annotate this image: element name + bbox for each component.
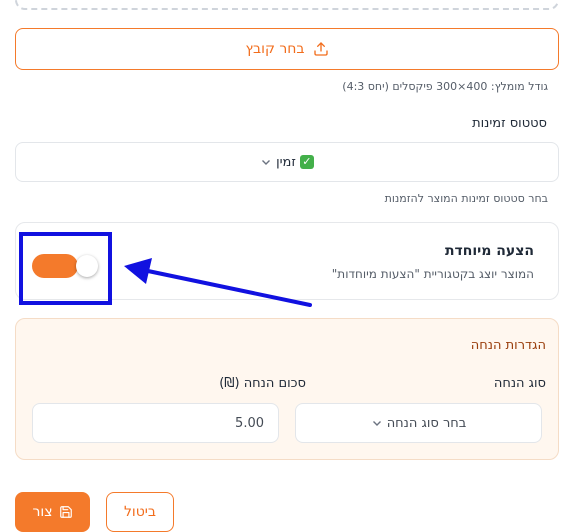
- annotation-highlight-box: [19, 232, 112, 305]
- discount-type-label: סוג הנחה: [493, 376, 546, 391]
- upload-icon: [313, 42, 328, 56]
- check-mark-icon: ✓: [299, 155, 314, 169]
- create-button[interactable]: צור: [15, 492, 90, 532]
- chevron-down-icon: [262, 160, 271, 165]
- create-button-label: צור: [32, 504, 53, 520]
- availability-helper: בחר סטטוס זמינות המוצר להזמנות: [384, 192, 548, 205]
- choose-file-label: בחר קובץ: [245, 41, 305, 57]
- special-offer-description: המוצר יוצג בקטגוריית "הצעות מיוחדות": [331, 267, 534, 281]
- discount-amount-label: סכום הנחה (₪): [219, 376, 306, 391]
- image-size-hint: גודל מומלץ: 400×300 פיקסלים (יחס 4:3): [342, 80, 548, 93]
- discount-type-select[interactable]: בחר סוג הנחה: [295, 403, 542, 443]
- discount-amount-value: 5.00: [235, 415, 264, 431]
- discount-amount-input[interactable]: 5.00: [32, 403, 279, 443]
- availability-select[interactable]: ✓ זמין: [15, 142, 559, 182]
- cancel-button-label: ביטול: [123, 504, 157, 520]
- save-icon: [59, 506, 72, 518]
- cancel-button[interactable]: ביטול: [106, 492, 174, 532]
- image-dropzone[interactable]: [15, 0, 559, 10]
- discount-section-title: הגדרות הנחה: [470, 338, 546, 353]
- discount-type-placeholder: בחר סוג הנחה: [386, 415, 467, 431]
- choose-file-button[interactable]: בחר קובץ: [15, 28, 559, 70]
- availability-label: סטטוס זמינות: [472, 116, 547, 131]
- chevron-down-icon: [372, 421, 381, 426]
- availability-selected-value: זמין: [276, 154, 296, 170]
- special-offer-title: הצעה מיוחדת: [444, 243, 534, 259]
